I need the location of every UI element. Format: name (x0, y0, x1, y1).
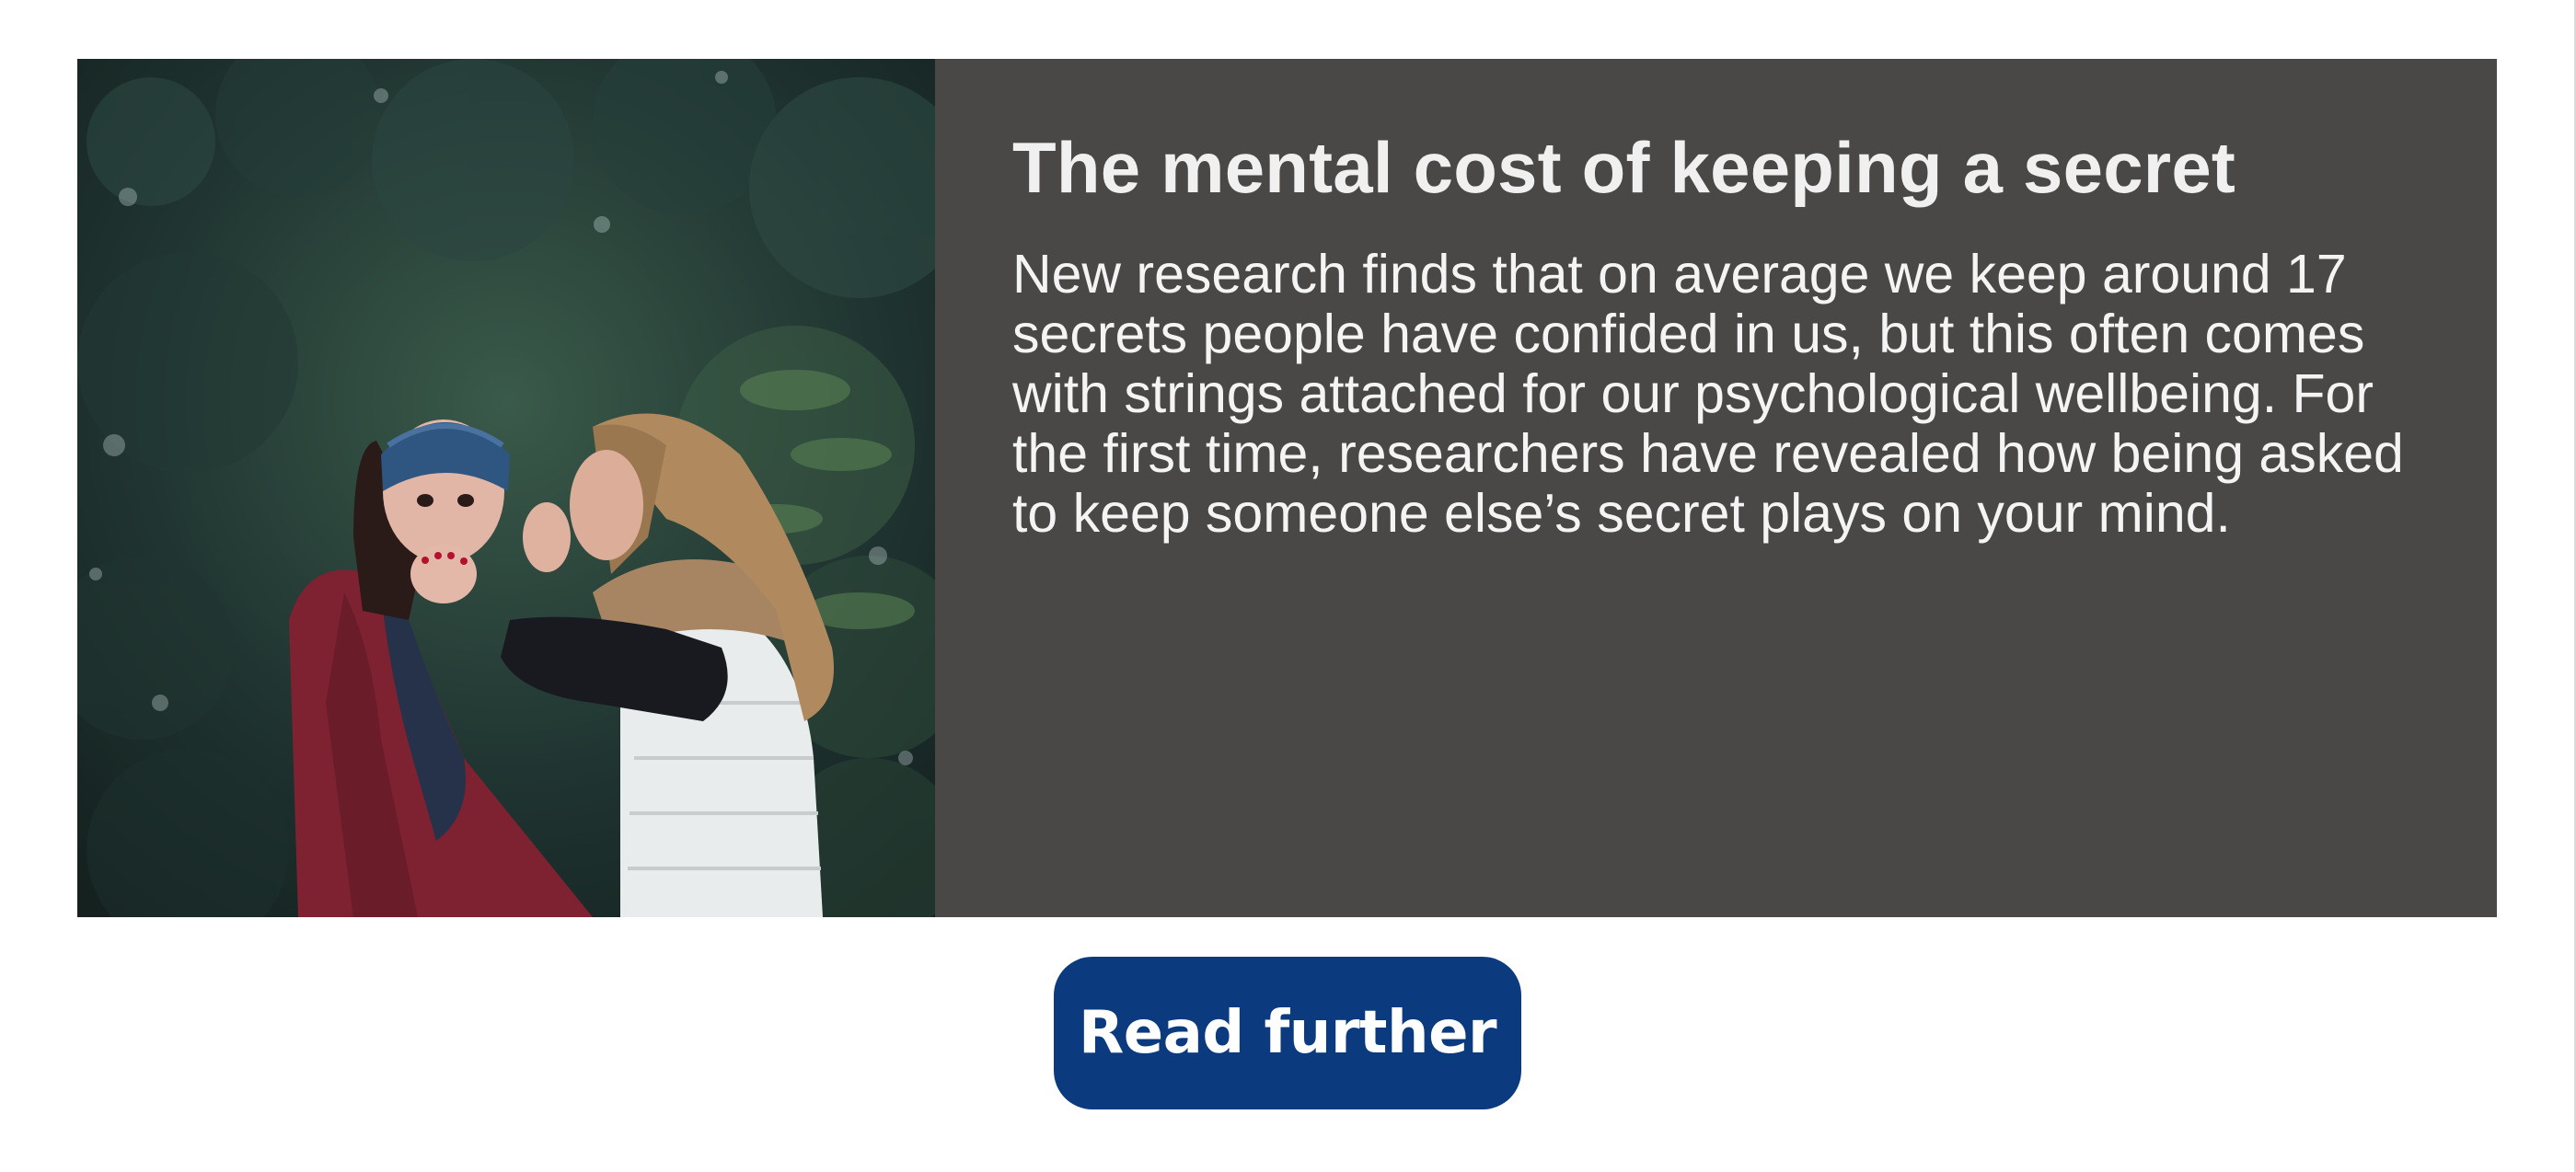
article-image (77, 59, 935, 917)
photo-two-people-whispering-icon (77, 59, 935, 917)
page: The mental cost of keeping a secret New … (0, 0, 2576, 1172)
article-card: The mental cost of keeping a secret New … (77, 59, 2497, 917)
article-text-panel: The mental cost of keeping a secret New … (935, 59, 2497, 917)
article-summary: New research finds that on average we ke… (1012, 243, 2404, 544)
read-further-button[interactable]: Read further (1054, 957, 1521, 1109)
article-title: The mental cost of keeping a secret (1012, 127, 2236, 208)
